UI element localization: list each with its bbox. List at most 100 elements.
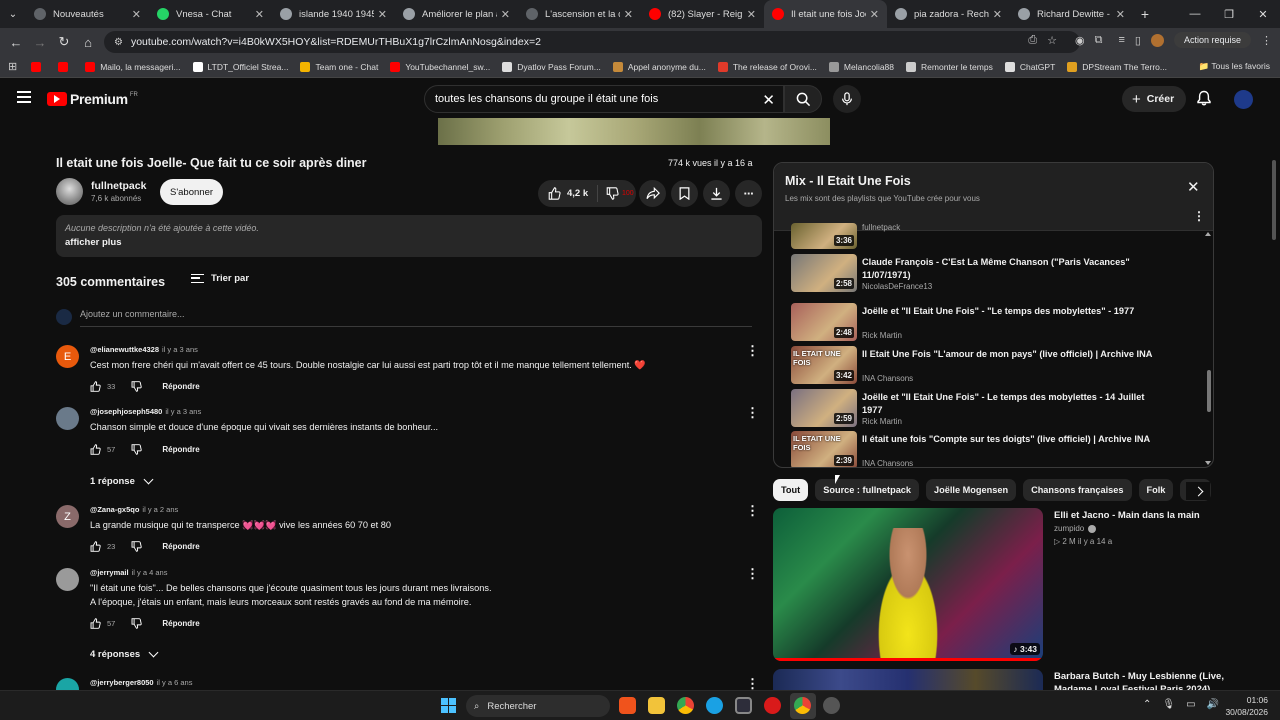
add-comment-input[interactable]: Ajoutez un commentaire... bbox=[80, 306, 752, 327]
save-button[interactable] bbox=[671, 180, 698, 207]
all-bookmarks[interactable]: 📁 Tous les favoris bbox=[1199, 61, 1270, 72]
browser-tab[interactable]: Vnesa - Chat ✕ bbox=[149, 0, 272, 28]
maximize-button[interactable]: ❐ bbox=[1212, 8, 1246, 21]
extensions-puzzle-icon[interactable]: ⧉ bbox=[1095, 34, 1103, 47]
site-info-icon[interactable]: ⚙ bbox=[114, 37, 123, 48]
close-tab-icon[interactable]: ✕ bbox=[870, 8, 879, 21]
sort-by-button[interactable]: Trier par bbox=[191, 273, 249, 284]
search-button[interactable] bbox=[784, 85, 822, 113]
comment-menu-icon[interactable]: ⋮ bbox=[746, 566, 759, 582]
tab-search-chevron-icon[interactable]: ⌄ bbox=[0, 0, 26, 28]
close-tab-icon[interactable]: ✕ bbox=[132, 8, 141, 21]
create-button[interactable]: + Créer bbox=[1122, 86, 1187, 112]
thumbs-down-icon[interactable] bbox=[131, 618, 143, 629]
bookmark-item[interactable] bbox=[58, 61, 73, 72]
taskbar-search[interactable]: ⌕ Rechercher bbox=[466, 695, 610, 717]
apps-grid-icon[interactable]: ⊞ bbox=[8, 60, 17, 73]
playlist-item[interactable]: 3:36 fullnetpack bbox=[791, 223, 1201, 249]
browser-tab[interactable]: Nouveautés ✕ bbox=[26, 0, 149, 28]
close-icon[interactable]: ✕ bbox=[1187, 178, 1200, 196]
sidepanel-icon[interactable]: ▯ bbox=[1135, 34, 1141, 47]
commenter-avatar[interactable]: E bbox=[56, 345, 79, 368]
home-icon[interactable]: ⌂ bbox=[76, 35, 100, 50]
filter-chip[interactable]: Source : fullnetpack bbox=[815, 479, 920, 501]
browser-tab[interactable]: Richard Dewitte - Re ✕ bbox=[1010, 0, 1133, 28]
close-tab-icon[interactable]: ✕ bbox=[624, 8, 633, 21]
close-tab-icon[interactable]: ✕ bbox=[501, 8, 510, 21]
reply-button[interactable]: Répondre bbox=[162, 619, 199, 628]
thumbs-down-icon[interactable] bbox=[131, 444, 143, 455]
playlist-scrollbar[interactable] bbox=[1207, 370, 1211, 412]
action-required-button[interactable]: Action requise bbox=[1173, 32, 1251, 48]
bookmark-item[interactable]: YouTubechannel_sw... bbox=[390, 61, 490, 72]
close-tab-icon[interactable]: ✕ bbox=[255, 8, 264, 21]
reload-icon[interactable]: ↻ bbox=[52, 34, 76, 50]
recommendation-channel[interactable]: zumpido bbox=[1054, 524, 1097, 533]
filter-chip[interactable]: Folk bbox=[1138, 479, 1174, 501]
description-box[interactable]: Aucune description n'a été ajoutée à cet… bbox=[56, 215, 762, 257]
install-app-icon[interactable]: ⎙ bbox=[1028, 34, 1037, 47]
bookmark-item[interactable]: The release of Orovi... bbox=[717, 61, 817, 72]
tray-overflow-icon[interactable]: ⌃ bbox=[1143, 699, 1151, 710]
comment-time[interactable]: il y a 6 ans bbox=[157, 678, 193, 687]
comment-time[interactable]: il y a 3 ans bbox=[165, 407, 201, 416]
notifications-bell-icon[interactable] bbox=[1197, 90, 1211, 109]
comment-author[interactable]: @jerrymail bbox=[90, 568, 129, 577]
back-icon[interactable]: ← bbox=[4, 35, 28, 50]
edge-icon[interactable] bbox=[706, 697, 723, 714]
microphone-tray-icon[interactable]: 🎙 bbox=[1162, 699, 1175, 710]
media-control-icon[interactable]: ≡ bbox=[1118, 34, 1124, 46]
thumbs-down-icon[interactable] bbox=[131, 381, 143, 392]
bookmark-item[interactable]: Mailo, la messageri... bbox=[85, 61, 181, 72]
bookmark-item[interactable]: Team one - Chat bbox=[300, 61, 378, 72]
new-tab-button[interactable]: + bbox=[1133, 6, 1157, 22]
account-avatar[interactable] bbox=[1234, 90, 1253, 109]
video-player[interactable] bbox=[438, 118, 830, 145]
clock[interactable]: 01:06 30/08/2026 bbox=[1224, 694, 1268, 718]
chevron-right-icon[interactable] bbox=[1186, 482, 1210, 500]
comment-author[interactable]: @jerryberger8050 bbox=[90, 678, 154, 687]
comment-author[interactable]: @elianewuttke4328 bbox=[90, 345, 159, 354]
browser-tab[interactable]: (82) Slayer - Reign In ✕ bbox=[641, 0, 764, 28]
close-tab-icon[interactable]: ✕ bbox=[1116, 8, 1125, 21]
profile-avatar[interactable] bbox=[1150, 33, 1164, 47]
file-explorer-icon[interactable] bbox=[648, 697, 665, 714]
thumbs-up-icon[interactable] bbox=[90, 541, 101, 552]
browser-tab[interactable]: Il etait une fois Joelle ✕ bbox=[764, 0, 887, 28]
comment-menu-icon[interactable]: ⋮ bbox=[746, 503, 759, 519]
steam-icon[interactable] bbox=[823, 697, 840, 714]
playlist-item[interactable]: 2:58 Claude François - C'Est La Même Cha… bbox=[791, 254, 1201, 294]
reply-button[interactable]: Répondre bbox=[162, 542, 199, 551]
bookmark-star-icon[interactable]: ☆ bbox=[1047, 34, 1057, 47]
forward-icon[interactable]: → bbox=[28, 35, 52, 50]
thumbs-down-icon[interactable] bbox=[131, 541, 143, 552]
hamburger-menu-icon[interactable] bbox=[17, 91, 31, 103]
opera-icon[interactable] bbox=[764, 697, 781, 714]
commenter-avatar[interactable] bbox=[56, 407, 79, 430]
playlist-scroll-down-icon[interactable] bbox=[1205, 461, 1211, 465]
thumbs-up-icon[interactable] bbox=[90, 381, 101, 392]
like-button[interactable]: 4,2 k bbox=[538, 185, 598, 202]
commenter-avatar[interactable]: Z bbox=[56, 505, 79, 528]
channel-avatar[interactable] bbox=[56, 178, 83, 205]
recommendation-title[interactable]: Elli et Jacno - Main dans la main bbox=[1054, 509, 1224, 522]
subscribe-button[interactable]: S'abonner bbox=[160, 179, 224, 205]
bookmark-item[interactable]: Remonter le temps bbox=[906, 61, 993, 72]
close-tab-icon[interactable]: ✕ bbox=[747, 8, 756, 21]
minimize-button[interactable]: — bbox=[1178, 8, 1212, 20]
brave-browser-icon[interactable] bbox=[619, 697, 636, 714]
bookmark-item[interactable] bbox=[31, 61, 46, 72]
playlist-item[interactable]: IL ETAIT UNE FOIS 2:39 Il était une fois … bbox=[791, 431, 1201, 467]
playlist-item[interactable]: IL ETAIT UNE FOIS 3:42 Il Etait Une Fois … bbox=[791, 346, 1201, 386]
browser-tab[interactable]: islande 1940 1945 m ✕ bbox=[272, 0, 395, 28]
comment-menu-icon[interactable]: ⋮ bbox=[746, 405, 759, 421]
page-scrollbar[interactable] bbox=[1272, 160, 1276, 240]
browser-tab[interactable]: Améliorer le plan arc ✕ bbox=[395, 0, 518, 28]
share-button[interactable] bbox=[639, 180, 666, 207]
voice-search-button[interactable] bbox=[833, 85, 861, 113]
youtube-logo[interactable]: Premium FR bbox=[47, 91, 138, 107]
mix-menu-icon[interactable]: ⋮ bbox=[1193, 209, 1205, 223]
reply-button[interactable]: Répondre bbox=[162, 382, 199, 391]
clear-search-icon[interactable]: ✕ bbox=[762, 91, 775, 109]
show-more-link[interactable]: afficher plus bbox=[65, 237, 753, 248]
